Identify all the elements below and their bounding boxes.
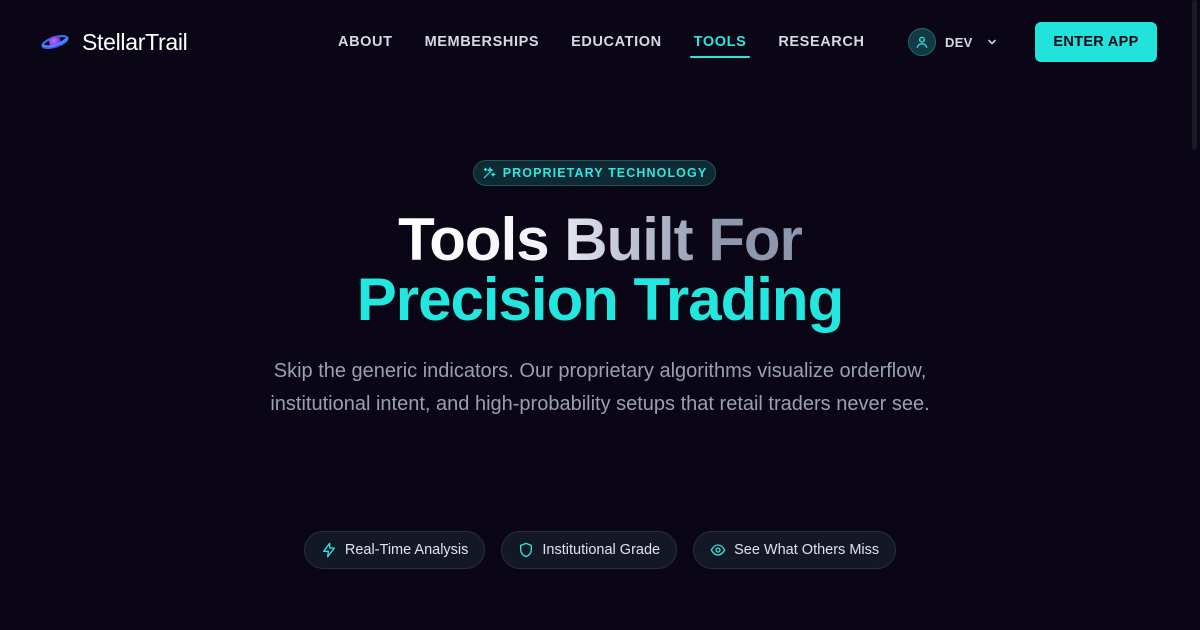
user-name: DEV bbox=[945, 34, 973, 50]
feature-label: See What Others Miss bbox=[734, 542, 880, 558]
nav-item-memberships[interactable]: MEMBERSHIPS bbox=[425, 30, 540, 58]
brand-logo-link[interactable]: StellarTrail bbox=[40, 26, 188, 58]
headline-line-1: Tools Built For bbox=[398, 206, 803, 273]
feature-label: Real-Time Analysis bbox=[344, 542, 469, 558]
scrollbar-thumb[interactable] bbox=[1192, 0, 1197, 150]
chevron-down-icon bbox=[987, 39, 996, 45]
shield-icon bbox=[520, 542, 533, 558]
brand-name: StellarTrail bbox=[82, 28, 188, 55]
eye-icon bbox=[710, 544, 726, 556]
site-header: StellarTrail ABOUT MEMBERSHIPS EDUCATION… bbox=[0, 0, 1200, 84]
nav-item-about[interactable]: ABOUT bbox=[338, 30, 393, 58]
hero-subtitle: Skip the generic indicators. Our proprie… bbox=[270, 360, 930, 415]
lightning-icon bbox=[322, 542, 335, 558]
feature-label: Institutional Grade bbox=[542, 542, 661, 558]
nav-item-education[interactable]: EDUCATION bbox=[571, 30, 662, 58]
nav-item-tools[interactable]: TOOLS bbox=[689, 30, 751, 58]
page: StellarTrail ABOUT MEMBERSHIPS EDUCATION… bbox=[0, 0, 1200, 630]
badge-label: PROPRIETARY TECHNOLOGY bbox=[502, 166, 708, 180]
nav-item-research[interactable]: RESEARCH bbox=[778, 30, 864, 58]
hero-headline: Tools Built For Precision Trading bbox=[0, 208, 1200, 332]
main-nav: ABOUT MEMBERSHIPS EDUCATION TOOLS RESEAR… bbox=[338, 30, 865, 58]
headline-line-2: Precision Trading bbox=[356, 266, 844, 333]
enter-app-button[interactable]: ENTER APP bbox=[1035, 22, 1157, 62]
technology-badge: PROPRIETARY TECHNOLOGY bbox=[473, 160, 716, 186]
feature-pills: Real-Time Analysis Institutional Grade S… bbox=[0, 531, 1200, 569]
user-menu[interactable]: DEV bbox=[908, 28, 997, 56]
planet-logo-icon bbox=[41, 35, 69, 49]
feature-pill-institutional[interactable]: Institutional Grade bbox=[501, 531, 678, 569]
feature-pill-real-time[interactable]: Real-Time Analysis bbox=[303, 531, 486, 569]
sparkles-icon bbox=[483, 167, 495, 179]
avatar bbox=[908, 28, 936, 56]
feature-pill-see-more[interactable]: See What Others Miss bbox=[693, 531, 897, 569]
user-icon bbox=[916, 36, 928, 48]
